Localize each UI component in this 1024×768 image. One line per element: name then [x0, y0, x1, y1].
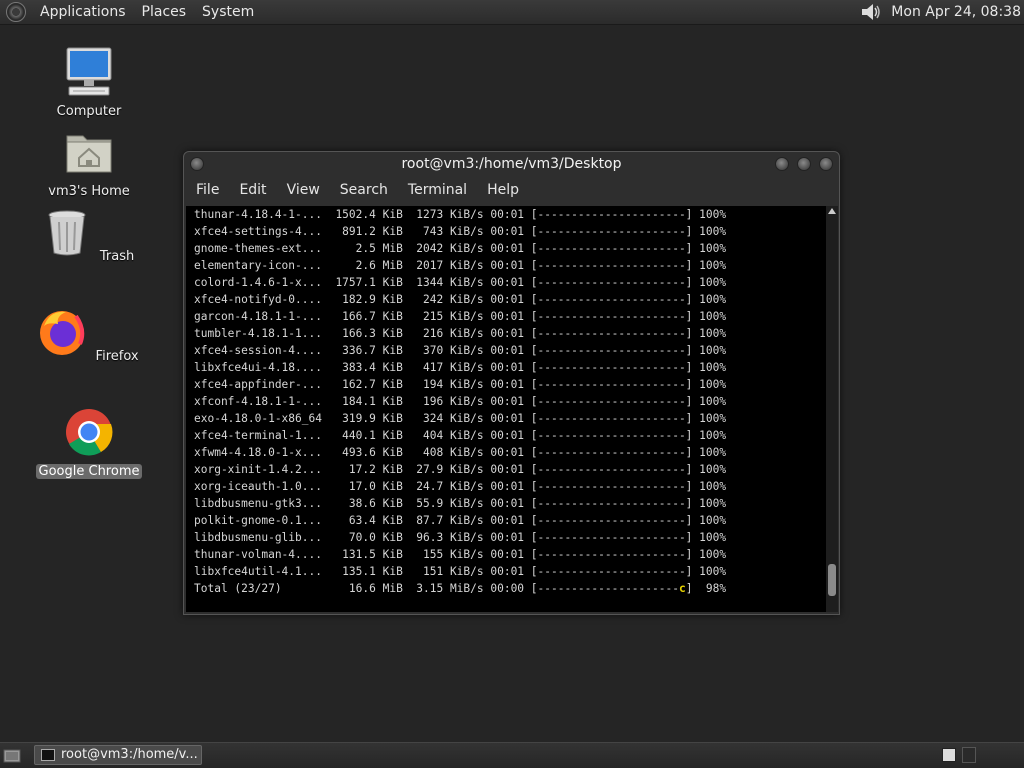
terminal-output[interactable]: thunar-4.18.4-1-... 1502.4 KiB 1273 KiB/…: [186, 206, 827, 612]
desktop-icon-firefox[interactable]: Firefox: [34, 306, 144, 364]
terminal-line: thunar-volman-4.... 131.5 KiB 155 KiB/s …: [194, 548, 727, 561]
terminal-line: libdbusmenu-glib... 70.0 KiB 96.3 KiB/s …: [194, 531, 727, 544]
bottom-panel: root@vm3:/home/v...: [0, 742, 1024, 768]
taskbar-item-terminal[interactable]: root@vm3:/home/v...: [34, 745, 202, 765]
maximize-button[interactable]: [797, 157, 811, 171]
menu-file[interactable]: File: [186, 182, 229, 198]
menu-search[interactable]: Search: [330, 182, 398, 198]
taskbar-item-label: root@vm3:/home/v...: [61, 747, 198, 762]
window-titlebar[interactable]: root@vm3:/home/vm3/Desktop: [184, 152, 839, 176]
terminal-line: thunar-4.18.4-1-... 1502.4 KiB 1273 KiB/…: [194, 208, 727, 221]
clock[interactable]: Mon Apr 24, 08:38: [891, 4, 1021, 20]
terminal-line: libxfce4ui-4.18.... 383.4 KiB 417 KiB/s …: [194, 361, 727, 374]
menu-places[interactable]: Places: [134, 0, 195, 24]
terminal-icon: [41, 749, 55, 761]
menu-applications[interactable]: Applications: [32, 0, 134, 24]
firefox-icon: [40, 311, 85, 355]
pacman-progress-icon: c: [678, 582, 686, 595]
terminal-line: xfce4-notifyd-0.... 182.9 KiB 242 KiB/s …: [194, 293, 727, 306]
close-button[interactable]: [819, 157, 833, 171]
terminal-line: xorg-iceauth-1.0... 17.0 KiB 24.7 KiB/s …: [194, 480, 727, 493]
total-line-text: Total (23/27) 16.6 MiB 3.15 MiB/s 00:00 …: [194, 582, 679, 595]
chrome-icon: [66, 409, 113, 456]
distro-logo-icon[interactable]: [6, 2, 26, 22]
minimize-button[interactable]: [775, 157, 789, 171]
terminal-total-line: Total (23/27) 16.6 MiB 3.15 MiB/s 00:00 …: [186, 580, 827, 597]
trash-icon: [48, 210, 86, 256]
desktop-icon-home[interactable]: vm3's Home: [34, 126, 144, 199]
menu-edit[interactable]: Edit: [229, 182, 276, 198]
terminal-line: exo-4.18.0-1-x86_64 319.9 KiB 324 KiB/s …: [194, 412, 727, 425]
terminal-line: garcon-4.18.1-1-... 166.7 KiB 215 KiB/s …: [194, 310, 727, 323]
scrollbar-thumb[interactable]: [828, 564, 836, 596]
terminal-line: libdbusmenu-gtk3... 38.6 KiB 55.9 KiB/s …: [194, 497, 727, 510]
workspace-1-icon[interactable]: [942, 748, 956, 762]
menu-help[interactable]: Help: [477, 182, 529, 198]
desktop-icon-label: Trash: [99, 249, 135, 264]
desktop-icon-label: Google Chrome: [35, 464, 143, 479]
window-menu-button[interactable]: [190, 157, 204, 171]
terminal-line: colord-1.4.6-1-x... 1757.1 KiB 1344 KiB/…: [194, 276, 727, 289]
menu-system[interactable]: System: [194, 0, 262, 24]
desktop-icon-trash[interactable]: Trash: [34, 206, 144, 264]
panel-tray: Mon Apr 24, 08:38: [859, 0, 1024, 24]
desktop-icon-label: vm3's Home: [48, 184, 130, 199]
scroll-up-arrow-icon[interactable]: [828, 208, 836, 214]
terminal-line: xfce4-appfinder-... 162.7 KiB 194 KiB/s …: [194, 378, 727, 391]
terminal-menubar: File Edit View Search Terminal Help: [184, 176, 839, 204]
terminal-line: libxfce4util-4.1... 135.1 KiB 151 KiB/s …: [194, 565, 727, 578]
terminal-line: xfce4-terminal-1... 440.1 KiB 404 KiB/s …: [194, 429, 727, 442]
top-panel: Applications Places System Mon Apr 24, 0…: [0, 0, 1024, 25]
terminal-window[interactable]: root@vm3:/home/vm3/Desktop File Edit Vie…: [183, 151, 840, 615]
terminal-line: xfce4-settings-4... 891.2 KiB 743 KiB/s …: [194, 225, 727, 238]
window-title: root@vm3:/home/vm3/Desktop: [401, 156, 622, 172]
volume-icon[interactable]: [859, 1, 883, 23]
show-desktop-icon[interactable]: [3, 747, 21, 763]
desktop-icon-chrome[interactable]: Google Chrome: [34, 406, 144, 479]
home-folder-icon: [66, 135, 112, 173]
workspace-2-icon[interactable]: [962, 747, 976, 763]
terminal-line: xfwm4-4.18.0-1-x... 493.6 KiB 408 KiB/s …: [194, 446, 727, 459]
desktop-icon-label: Firefox: [95, 349, 139, 364]
terminal-line: xorg-xinit-1.4.2... 17.2 KiB 27.9 KiB/s …: [194, 463, 727, 476]
computer-icon: [66, 47, 112, 96]
terminal-line: polkit-gnome-0.1... 63.4 KiB 87.7 KiB/s …: [194, 514, 727, 527]
desktop-icon-label: Computer: [56, 104, 122, 119]
terminal-line: gnome-themes-ext... 2.5 MiB 2042 KiB/s 0…: [194, 242, 727, 255]
desktop-icon-computer[interactable]: Computer: [34, 46, 144, 119]
terminal-line: tumbler-4.18.1-1... 166.3 KiB 216 KiB/s …: [194, 327, 727, 340]
terminal-line: xfconf-4.18.1-1-... 184.1 KiB 196 KiB/s …: [194, 395, 727, 408]
menu-terminal[interactable]: Terminal: [398, 182, 477, 198]
terminal-line: xfce4-session-4.... 336.7 KiB 370 KiB/s …: [194, 344, 727, 357]
terminal-scrollbar[interactable]: [826, 206, 838, 612]
total-line-percent: ] 98%: [685, 582, 727, 595]
terminal-line: elementary-icon-... 2.6 MiB 2017 KiB/s 0…: [194, 259, 727, 272]
menu-view[interactable]: View: [277, 182, 330, 198]
